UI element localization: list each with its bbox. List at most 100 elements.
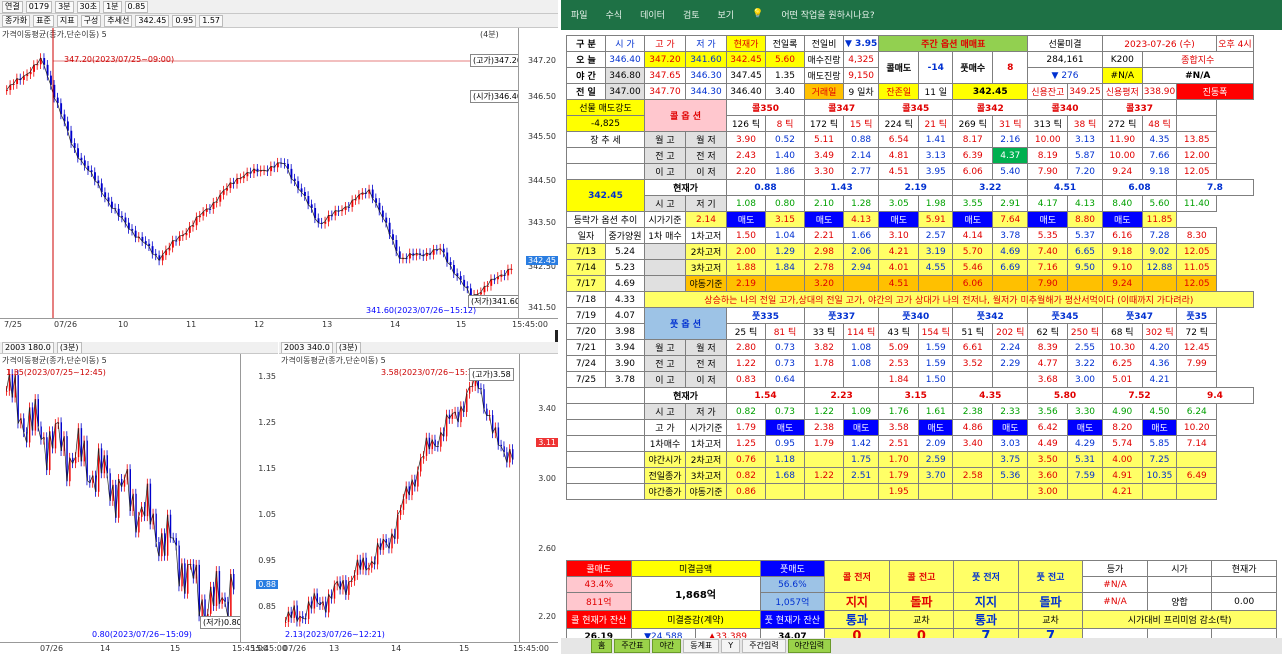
cell[interactable]: 전 고 — [644, 147, 686, 164]
cell[interactable]: K200 — [1101, 51, 1143, 68]
cell[interactable]: 2차고저 — [685, 451, 727, 468]
cell[interactable]: 잔존일 — [878, 83, 920, 100]
cell[interactable]: 고 가 — [644, 419, 686, 436]
cell[interactable]: 신용잔고 — [1027, 83, 1069, 100]
cell[interactable]: 7.40 — [1027, 243, 1069, 260]
cell[interactable]: 4.69 — [992, 243, 1029, 260]
cell[interactable] — [804, 371, 844, 388]
cell[interactable]: 7/19 — [566, 307, 606, 324]
cell[interactable]: 3.90 — [726, 131, 766, 148]
cell[interactable]: 341.60 — [685, 51, 727, 68]
cell[interactable]: 31 틱 — [992, 115, 1029, 132]
cell[interactable]: 4.21 — [1141, 371, 1178, 388]
cell[interactable]: 2.59 — [918, 451, 954, 468]
cell[interactable]: 1.84 — [765, 259, 805, 276]
cell[interactable]: 5.46 — [952, 259, 994, 276]
cell[interactable]: 68 틱 — [1101, 323, 1143, 340]
cell[interactable]: 250 틱 — [1067, 323, 1103, 340]
cell[interactable]: 9.50 — [1067, 259, 1103, 276]
cell[interactable] — [644, 259, 686, 276]
cell[interactable]: 3차고저 — [685, 259, 727, 276]
cell[interactable]: 시가기준 — [644, 211, 686, 228]
cell[interactable]: 114 틱 — [842, 323, 880, 340]
cell[interactable]: 매도 — [842, 419, 880, 436]
cell[interactable]: 6.24 — [1176, 403, 1218, 420]
call-option-label[interactable]: 콜 옵 션 — [644, 99, 727, 132]
cell[interactable]: 전일비 — [804, 35, 844, 52]
current-future-price[interactable]: 342.45 — [566, 179, 645, 212]
cell[interactable]: 1.95 — [878, 483, 920, 500]
cell[interactable]: 1차매수 — [644, 435, 686, 452]
cell[interactable]: 9.24 — [1101, 275, 1143, 292]
cell[interactable]: 202 틱 — [992, 323, 1029, 340]
cell[interactable]: 종합지수 — [1141, 51, 1254, 68]
cell[interactable]: 2.24 — [992, 339, 1029, 356]
cell[interactable]: 1.66 — [842, 227, 880, 244]
cell[interactable]: 7.90 — [1027, 275, 1069, 292]
put-strike[interactable]: 풋347 — [1101, 307, 1178, 324]
cell[interactable]: 1.78 — [804, 355, 844, 372]
cell[interactable]: 12.00 — [1176, 147, 1218, 164]
cell[interactable]: 346.30 — [685, 67, 727, 84]
cell[interactable]: 2.33 — [992, 403, 1029, 420]
bl-code[interactable]: 2003 180.0 — [2, 342, 54, 353]
trendline-button[interactable]: 추세선 — [104, 14, 133, 27]
cell[interactable]: 2차고저 — [685, 243, 727, 260]
cell[interactable]: 4.51 — [878, 163, 920, 180]
cell[interactable] — [566, 403, 645, 420]
cell[interactable]: 2.20 — [726, 163, 766, 180]
cell[interactable]: 2.09 — [918, 435, 954, 452]
cell[interactable]: 현재가 — [644, 387, 727, 404]
cell[interactable]: 5.24 — [605, 243, 645, 260]
cell[interactable]: 349.25 — [1067, 83, 1103, 100]
tab-day-input[interactable]: 주간입력 — [742, 639, 786, 653]
cell[interactable]: 4.21 — [878, 243, 920, 260]
cell[interactable]: 3.78 — [605, 371, 645, 388]
cell[interactable]: 4.20 — [1141, 339, 1178, 356]
cell[interactable]: 4.55 — [918, 259, 954, 276]
cell[interactable]: 154 틱 — [918, 323, 954, 340]
cell[interactable]: 6.61 — [952, 339, 994, 356]
cell[interactable]: 4,325 — [842, 51, 880, 68]
br-code[interactable]: 2003 340.0 — [281, 342, 333, 353]
cell[interactable]: 2023-07-26 (수) — [1101, 35, 1218, 52]
cell[interactable]: 2.98 — [804, 243, 844, 260]
code-field[interactable]: 0179 — [25, 0, 53, 13]
weekly-option-title[interactable]: 주간 옵션 매매표 — [878, 35, 1029, 52]
value-field[interactable]: 0.85 — [124, 0, 149, 13]
cell[interactable]: 12.05 — [1176, 275, 1218, 292]
cell[interactable]: 1.88 — [726, 259, 766, 276]
call-strike[interactable]: 콜337 — [1101, 99, 1178, 116]
cell[interactable]: 38 틱 — [1067, 115, 1103, 132]
cell[interactable] — [566, 147, 645, 164]
cell[interactable]: 4.17 — [1027, 195, 1069, 212]
cell[interactable] — [952, 483, 994, 500]
compose-button[interactable]: 구성 — [80, 14, 102, 27]
cell[interactable]: 2.80 — [726, 339, 766, 356]
cell[interactable]: 9.4 — [1176, 387, 1254, 404]
cell[interactable]: 1.08 — [842, 355, 880, 372]
cell[interactable]: 풋35 — [1176, 307, 1218, 324]
cell[interactable]: 4.77 — [1027, 355, 1069, 372]
cell[interactable]: 1.08 — [842, 339, 880, 356]
cell[interactable]: 2.53 — [878, 355, 920, 372]
cell[interactable]: 2.58 — [952, 467, 994, 484]
cell[interactable]: 4.13 — [842, 211, 880, 228]
cell[interactable]: 5.60 — [1141, 195, 1178, 212]
cell[interactable]: 7.16 — [1027, 259, 1069, 276]
cell[interactable]: 4.69 — [605, 275, 645, 292]
cell[interactable]: 347.65 — [644, 67, 686, 84]
cell[interactable]: 야 간 — [566, 67, 606, 84]
call-strike[interactable]: 콜347 — [803, 99, 880, 116]
cell[interactable]: 야동기준 — [685, 275, 727, 292]
cell[interactable]: 2.94 — [842, 259, 880, 276]
cell[interactable]: 3.82 — [804, 339, 844, 356]
cell[interactable]: 1.42 — [842, 435, 880, 452]
cell[interactable]: 7.14 — [1176, 435, 1218, 452]
cell[interactable]: 9.18 — [1101, 243, 1143, 260]
cell[interactable]: 0.76 — [726, 451, 766, 468]
cell[interactable]: 13.85 — [1176, 131, 1218, 148]
cell[interactable] — [1176, 99, 1218, 116]
cell[interactable]: 7.59 — [1067, 467, 1103, 484]
cell[interactable]: 이 저 — [685, 371, 727, 388]
